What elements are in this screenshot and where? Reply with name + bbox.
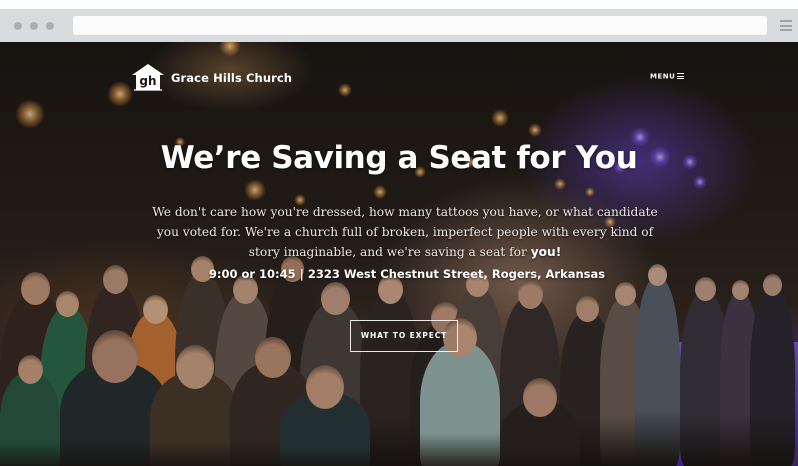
address-bar[interactable] [73,16,767,35]
hamburger-icon [677,72,685,81]
hero-tagline: We don't care how you're dressed, how ma… [140,202,670,262]
tagline-text: We don't care how you're dressed, how ma… [152,205,658,259]
menu-label: MENU [650,72,676,81]
hero-headline: We’re Saving a Seat for You [160,140,638,176]
browser-toolbar [0,9,798,42]
window-dot-minimize[interactable] [30,22,38,30]
service-times-address: 9:00 or 10:45 | 2323 West Chestnut Stree… [208,267,606,281]
church-logo-icon[interactable]: gh [130,63,166,91]
menu-button[interactable]: MENU [650,72,685,81]
browser-menu-icon[interactable] [780,20,792,31]
window-dot-close[interactable] [14,22,22,30]
browser-window: gh Grace Hills Church MENU We’re Saving … [0,0,798,466]
window-dot-maximize[interactable] [46,22,54,30]
tagline-emphasis: you! [530,245,562,259]
what-to-expect-button[interactable]: WHAT TO EXPECT [350,320,458,352]
svg-text:gh: gh [139,74,156,88]
hero-section: gh Grace Hills Church MENU We’re Saving … [0,42,798,466]
site-name[interactable]: Grace Hills Church [171,71,292,85]
